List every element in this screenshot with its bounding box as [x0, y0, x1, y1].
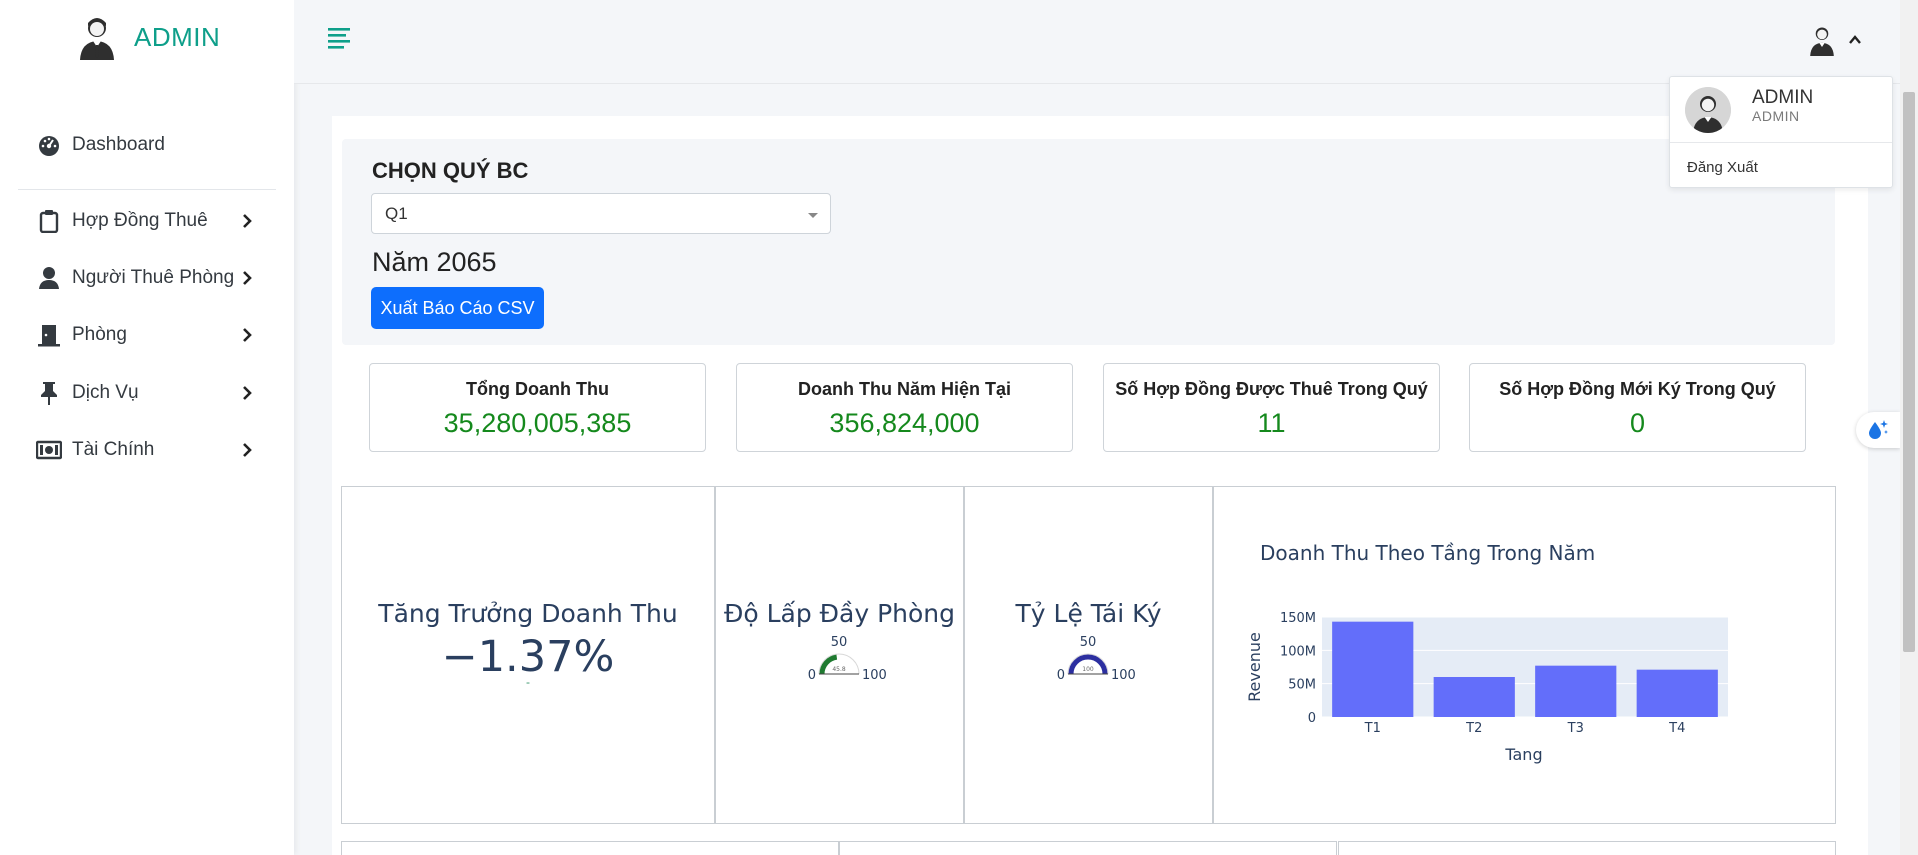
kpi-card-new-contracts: Số Hợp Đồng Mới Ký Trong Quý 0: [1469, 363, 1806, 452]
bar-T1[interactable]: [1332, 621, 1414, 717]
bar-T2[interactable]: [1433, 677, 1515, 717]
door-icon: [36, 322, 62, 348]
user-dropdown-menu: ADMIN ADMIN Đăng Xuất: [1669, 76, 1893, 188]
x-tick-label: T1: [1364, 721, 1381, 736]
kpi-card-current-year-revenue: Doanh Thu Năm Hiện Tại 356,824,000: [736, 363, 1073, 452]
user-menu-toggle[interactable]: [1806, 24, 1862, 56]
chevron-up-icon: [1849, 35, 1861, 44]
kpi-value: 356,824,000: [829, 408, 980, 438]
kpi-label: Doanh Thu Năm Hiện Tại: [797, 379, 1011, 399]
sidebar-divider: [18, 189, 276, 190]
admin-avatar-icon: [80, 18, 114, 60]
kpi-label: Số Hợp Đồng Mới Ký Trong Quý: [1499, 379, 1776, 399]
sidebar-item-label: Phòng: [72, 324, 127, 345]
chevron-right-icon: [243, 328, 252, 342]
quarter-select[interactable]: Q1: [371, 193, 831, 234]
quarter-select-label: CHỌN QUÝ BC: [372, 158, 529, 183]
brand[interactable]: ADMIN: [74, 14, 220, 60]
bar-T3[interactable]: [1535, 665, 1617, 717]
revenue-by-floor-chart: Doanh Thu Theo Tầng Trong Năm 0 50M 100M 15…: [1245, 541, 1728, 764]
floating-tool-button[interactable]: [1856, 412, 1900, 448]
chevron-right-icon: [243, 443, 252, 457]
clipboard-icon: [36, 208, 62, 234]
brand-name: ADMIN: [134, 21, 221, 52]
renewal-gauge: 50 0 100 100: [1057, 635, 1136, 683]
revenue-growth-panel: Tăng Trưởng Doanh Thu −1.37% -: [341, 486, 715, 824]
renewal-rate-panel: Tỷ Lệ Tái Ký 50 0 100 100: [964, 486, 1213, 824]
indicator-title: Tăng Trưởng Doanh Thu: [378, 599, 678, 628]
kpi-label: Số Hợp Đồng Được Thuê Trong Quý: [1115, 379, 1428, 399]
user-avatar-icon: [1810, 27, 1834, 56]
revenue-by-floor-panel: Doanh Thu Theo Tầng Trong Năm 0 50M 100M 15…: [1213, 486, 1836, 824]
indicator-delta: -: [526, 675, 530, 689]
x-tick-label: T4: [1668, 721, 1685, 736]
chevron-right-icon: [243, 271, 252, 285]
sidebar-item-tai-chinh[interactable]: Tài Chính: [36, 432, 266, 468]
x-tick-label: T2: [1465, 721, 1482, 736]
kpi-card-rented-contracts: Số Hợp Đồng Được Thuê Trong Quý 11: [1103, 363, 1440, 452]
sidebar-item-label: Người Thuê Phòng: [72, 267, 235, 288]
sidebar-item-label: Dashboard: [72, 134, 165, 155]
gauge-max-label: 100: [1111, 668, 1136, 683]
y-axis-label: Revenue: [1245, 632, 1264, 702]
sidebar-item-dich-vu[interactable]: Dịch Vụ: [36, 375, 266, 411]
occupancy-gauge-panel: Độ Lấp Đầy Phòng 50 0 100 45.8: [715, 486, 964, 824]
dashboard-gauge-icon: [36, 132, 62, 158]
kpi-value: 0: [1629, 408, 1646, 438]
money-bill-icon: [36, 437, 62, 463]
occupancy-gauge: 50 0 100 45.8: [808, 635, 887, 683]
chevron-right-icon: [243, 386, 252, 400]
bottom-panel-1: [341, 841, 839, 855]
y-tick-label: 150M: [1280, 611, 1316, 626]
sidebar-item-nguoi-thue-phong[interactable]: Người Thuê Phòng: [36, 260, 266, 296]
user-name: ADMIN: [1752, 87, 1814, 108]
chart-title: Doanh Thu Theo Tầng Trong Năm: [1260, 541, 1595, 565]
x-tick-label: T3: [1567, 721, 1584, 736]
gauge-max-label: 100: [862, 668, 887, 683]
year-label: Năm 2065: [372, 247, 497, 277]
y-tick-label: 50M: [1288, 678, 1316, 693]
export-csv-button[interactable]: Xuất Báo Cáo CSV: [371, 287, 544, 329]
sidebar-item-phong[interactable]: Phòng: [36, 317, 266, 353]
quarter-select-value: Q1: [385, 204, 408, 223]
logout-link[interactable]: Đăng Xuất: [1687, 159, 1758, 176]
user-icon: [36, 265, 62, 291]
gauge-mid-label: 50: [831, 635, 848, 650]
page-scrollbar[interactable]: [1900, 0, 1918, 855]
bottom-panel-3: [1338, 841, 1836, 855]
topbar: [294, 0, 1900, 84]
gauge-mid-label: 50: [1080, 635, 1097, 650]
gauge-value-label: 45.8: [832, 666, 846, 673]
user-avatar: [1685, 87, 1731, 133]
kpi-value: 11: [1257, 408, 1286, 438]
kpi-card-total-revenue: Tổng Doanh Thu 35,280,005,385: [369, 363, 706, 452]
gauge-min-label: 0: [808, 668, 816, 683]
chevron-right-icon: [243, 214, 252, 228]
y-tick-label: 100M: [1280, 644, 1316, 659]
sidebar-item-label: Hợp Đồng Thuê: [72, 210, 208, 231]
sidebar-item-hop-dong-thue[interactable]: Hợp Đồng Thuê: [36, 203, 266, 239]
report-filter-box: [342, 139, 1835, 345]
bar-T4[interactable]: [1636, 669, 1718, 717]
gauge-value-label: 100: [1082, 666, 1094, 673]
sidebar-item-label: Dịch Vụ: [72, 382, 139, 403]
user-dropdown-header: ADMIN ADMIN: [1670, 77, 1892, 143]
y-tick-label: 0: [1308, 711, 1316, 726]
bottom-panel-2: [839, 841, 1337, 855]
user-role: ADMIN: [1752, 108, 1800, 124]
sidebar-item-dashboard[interactable]: Dashboard: [36, 127, 266, 163]
gauge-min-label: 0: [1057, 668, 1065, 683]
kpi-value: 35,280,005,385: [443, 408, 632, 438]
kpi-label: Tổng Doanh Thu: [466, 379, 609, 399]
x-axis-label: Tang: [1504, 745, 1542, 764]
scrollbar-thumb[interactable]: [1903, 92, 1915, 652]
caret-down-icon: [808, 213, 818, 218]
hamburger-icon[interactable]: [326, 26, 354, 50]
sidebar-item-label: Tài Chính: [72, 439, 155, 460]
pin-icon: [36, 380, 62, 406]
sidebar: ADMIN Dashboard Hợp Đồng Thuê Người Thuê…: [0, 0, 294, 855]
droplet-sparkle-icon: [1869, 420, 1888, 439]
